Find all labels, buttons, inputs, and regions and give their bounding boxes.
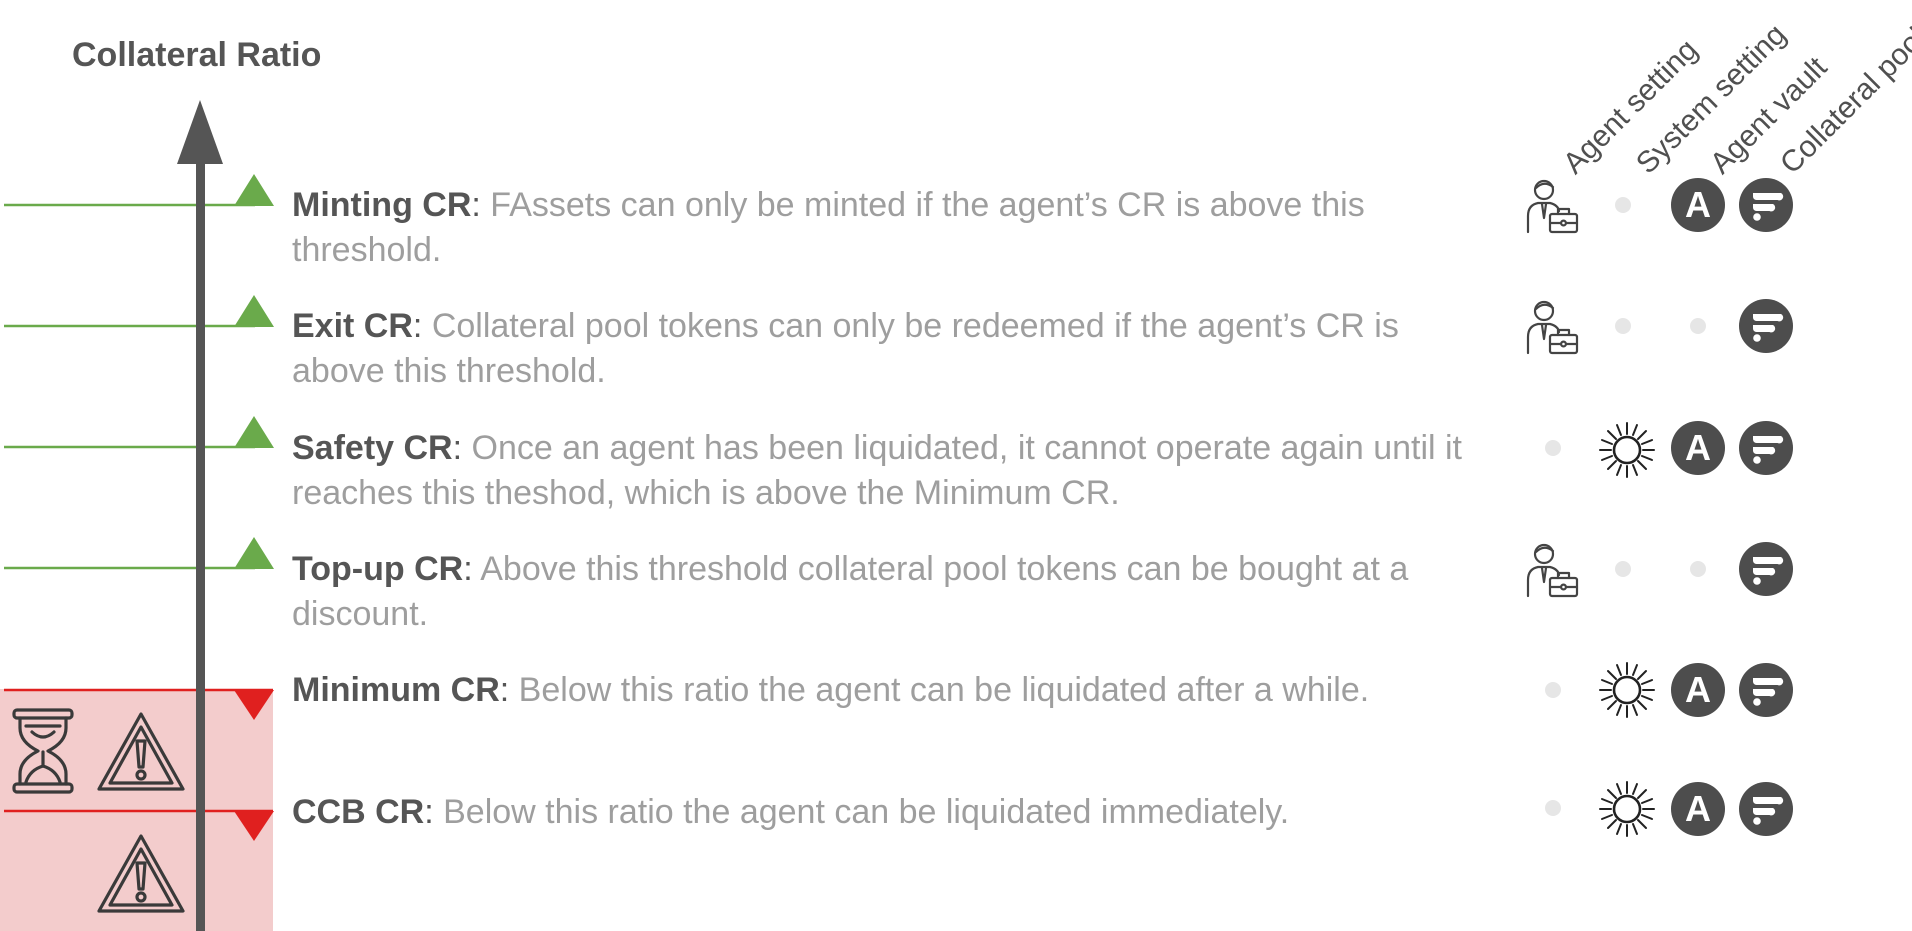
agent-vault-badge: A	[1671, 782, 1725, 836]
term-description: Below this ratio the agent can be liquid…	[433, 793, 1290, 831]
term-label: Safety CR	[292, 429, 453, 467]
empty-cell-dot	[1545, 682, 1561, 698]
collateral-pool-badge	[1739, 663, 1793, 717]
row-minimum-cr: Minimum CR: Below this ratio the agent c…	[292, 668, 1487, 713]
empty-cell-dot	[1690, 318, 1706, 334]
term-description: Below this ratio the agent can be liquid…	[509, 671, 1370, 709]
row-safety-cr: Safety CR: Once an agent has been liquid…	[292, 426, 1487, 516]
cr-axis	[177, 100, 223, 931]
agent-setting-icon	[1526, 300, 1579, 355]
flare-logo-icon	[1753, 678, 1784, 706]
flare-logo-icon	[1753, 557, 1784, 585]
flare-logo-icon	[1753, 314, 1784, 342]
row-top-up-cr: Top-up CR: Above this threshold collater…	[292, 547, 1487, 637]
down-triangle-marker	[234, 690, 274, 720]
agent-setting-icon	[1526, 543, 1579, 598]
collateral-pool-badge	[1739, 542, 1793, 596]
empty-cell-dot	[1545, 440, 1561, 456]
term-label: Minting CR	[292, 186, 472, 224]
warning-icon	[97, 712, 185, 791]
term-colon: :	[499, 671, 510, 709]
flare-logo-icon	[1753, 193, 1784, 221]
down-triangle-marker	[234, 811, 274, 841]
term-label: Exit CR	[292, 307, 413, 345]
term-description: Collateral pool tokens can only be redee…	[292, 307, 1399, 390]
agent-vault-badge: A	[1671, 663, 1725, 717]
term-colon: :	[412, 307, 423, 345]
agent-vault-badge: A	[1671, 421, 1725, 475]
system-setting-icon	[1599, 422, 1655, 478]
empty-cell-dot	[1690, 561, 1706, 577]
term-label: Minimum CR	[292, 671, 500, 709]
row-ccb-cr: CCB CR: Below this ratio the agent can b…	[292, 790, 1487, 835]
row-exit-cr: Exit CR: Collateral pool tokens can only…	[292, 304, 1487, 394]
agent-setting-icon	[1526, 179, 1579, 234]
term-colon: :	[424, 793, 434, 831]
hourglass-icon	[12, 708, 74, 794]
flare-logo-icon	[1753, 797, 1784, 825]
collateral-pool-badge	[1739, 782, 1793, 836]
empty-cell-dot	[1615, 318, 1631, 334]
empty-cell-dot	[1615, 197, 1631, 213]
up-triangle-marker	[234, 174, 274, 206]
up-triangle-marker	[234, 537, 274, 569]
term-colon: :	[452, 429, 463, 467]
term-description: Once an agent has been liquidated, it ca…	[292, 429, 1463, 512]
row-minting-cr: Minting CR: FAssets can only be minted i…	[292, 183, 1487, 273]
collateral-pool-badge	[1739, 421, 1793, 475]
empty-cell-dot	[1545, 800, 1561, 816]
flare-logo-icon	[1753, 436, 1784, 464]
collateral-pool-badge	[1739, 299, 1793, 353]
system-setting-icon	[1599, 662, 1655, 718]
axis-arrowhead	[177, 100, 223, 164]
up-triangle-marker	[234, 416, 274, 448]
warning-icon	[97, 834, 185, 913]
collateral-pool-badge	[1739, 178, 1793, 232]
empty-cell-dot	[1615, 561, 1631, 577]
term-label: Top-up CR	[292, 550, 464, 588]
up-triangle-marker	[234, 295, 274, 327]
system-setting-icon	[1599, 781, 1655, 837]
term-colon: :	[471, 186, 481, 224]
agent-vault-badge: A	[1671, 178, 1725, 232]
term-label: CCB CR	[292, 793, 425, 831]
axis-title: Collateral Ratio	[72, 36, 322, 74]
term-colon: :	[463, 550, 473, 588]
cr-diagram: Collateral Ratio Agent setting System se…	[0, 0, 1912, 931]
